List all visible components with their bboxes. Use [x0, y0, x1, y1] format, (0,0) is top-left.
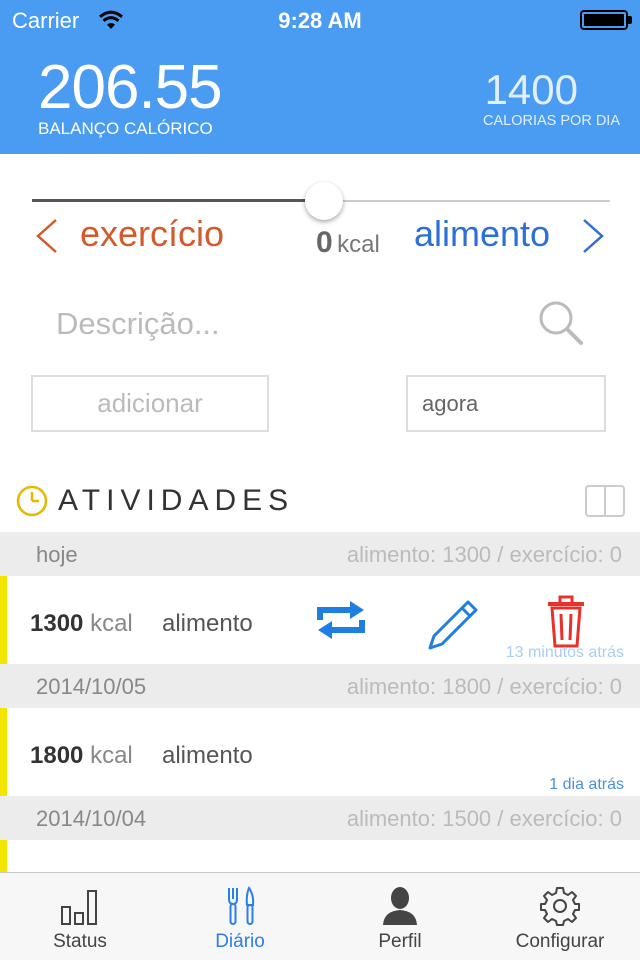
- header: Carrier 9:28 AM 206.55 BALANÇO CALÓRICO …: [0, 0, 640, 154]
- daily-calories-value[interactable]: 1400: [485, 66, 578, 114]
- entry-type: alimento: [162, 742, 253, 769]
- calorie-balance-value: 206.55: [38, 53, 223, 122]
- day-date: 2014/10/04: [36, 806, 147, 831]
- search-icon[interactable]: [536, 298, 584, 346]
- day-summary: alimento: 1800 / exercício: 0: [346, 674, 622, 699]
- chevron-right-icon[interactable]: [580, 218, 608, 254]
- entry-accent-bar: [0, 708, 7, 796]
- kcal-readout: 0 kcal: [316, 226, 380, 260]
- entry-accent-bar: [0, 576, 7, 664]
- day-date: hoje: [36, 542, 78, 567]
- battery-icon: [580, 10, 632, 30]
- kcal-value: 0: [316, 226, 333, 259]
- pencil-icon[interactable]: [426, 596, 482, 652]
- bar-chart-icon: [61, 890, 97, 925]
- entry-time-ago: 1 dia atrás: [549, 776, 624, 793]
- description-input[interactable]: [56, 302, 496, 346]
- tab-label: Status: [53, 931, 107, 952]
- tab-label: Configurar: [515, 931, 605, 952]
- day-summary: alimento: 1300 / exercício: 0: [346, 542, 622, 567]
- clock-time: 9:28 AM: [278, 8, 362, 33]
- kcal-unit: kcal: [337, 231, 380, 258]
- tab-diario[interactable]: Diário: [160, 873, 320, 960]
- entry-kcal: 1300 kcal: [30, 610, 133, 637]
- entry-type: alimento: [162, 610, 253, 637]
- tab-label: Perfil: [378, 931, 422, 952]
- day-summary: alimento: 1500 / exercício: 0: [346, 806, 622, 831]
- book-icon[interactable]: [584, 484, 626, 518]
- chevron-left-icon[interactable]: [32, 218, 60, 254]
- daily-calories-label: CALORIAS POR DIA: [483, 113, 620, 129]
- activity-row[interactable]: 1800 kcal alimento 1 dia atrás: [0, 708, 640, 796]
- calorie-balance-label: BALANÇO CALÓRICO: [38, 119, 213, 138]
- gear-icon: [540, 887, 580, 926]
- tab-configurar[interactable]: Configurar: [480, 873, 640, 960]
- activity-row[interactable]: 1300 kcal alimento 13 minutos atrás: [0, 576, 640, 664]
- entry-kcal: 1800 kcal: [30, 742, 133, 769]
- kcal-slider-thumb[interactable]: [305, 182, 343, 220]
- time-field[interactable]: agora: [406, 375, 606, 432]
- status-bar: Carrier 9:28 AM: [0, 0, 640, 40]
- day-header: hoje alimento: 1300 / exercício: 0: [0, 532, 640, 576]
- entry-accent-bar: [0, 840, 7, 872]
- entry-time-ago: 13 minutos atrás: [505, 644, 624, 661]
- kcal-slider-fill: [32, 199, 324, 202]
- tab-bar: Status Diário Perfil Configurar: [0, 872, 640, 960]
- day-date: 2014/10/05: [36, 674, 147, 699]
- food-mode-button[interactable]: alimento: [414, 213, 550, 255]
- day-header: 2014/10/05 alimento: 1800 / exercício: 0: [0, 664, 640, 708]
- day-header: 2014/10/04 alimento: 1500 / exercício: 0: [0, 796, 640, 840]
- exercise-mode-button[interactable]: exercício: [80, 213, 224, 255]
- tab-label: Diário: [215, 931, 265, 952]
- trash-icon[interactable]: [544, 594, 588, 650]
- activities-title: ATIVIDADES: [58, 484, 295, 517]
- clock-icon: [16, 485, 48, 517]
- fork-knife-icon: [228, 885, 255, 925]
- add-button[interactable]: adicionar: [31, 375, 269, 432]
- tab-status[interactable]: Status: [0, 873, 160, 960]
- person-icon: [383, 887, 417, 925]
- repeat-icon[interactable]: [314, 598, 368, 642]
- tab-perfil[interactable]: Perfil: [320, 873, 480, 960]
